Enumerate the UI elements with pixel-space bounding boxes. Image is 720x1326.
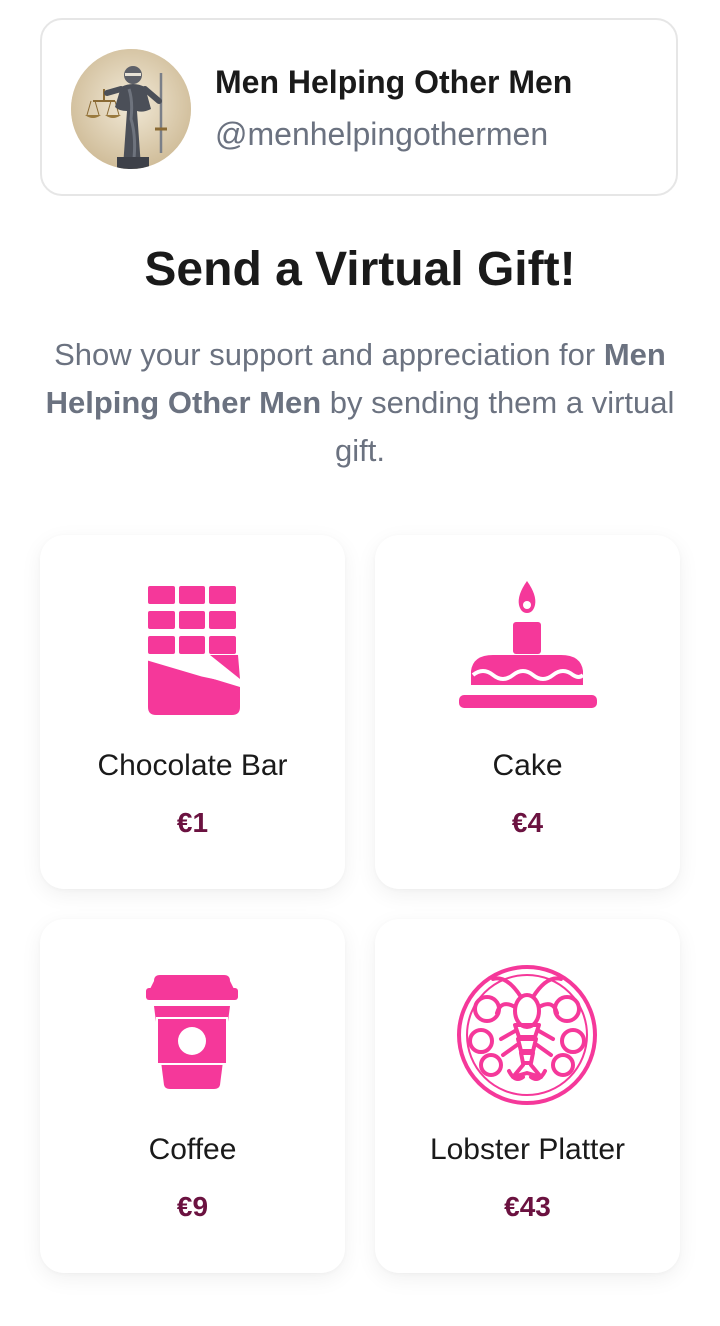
- gift-price: €43: [504, 1191, 551, 1222]
- gift-price: €1: [176, 807, 209, 838]
- lady-justice-icon: [71, 49, 191, 169]
- gift-price: €9: [176, 1191, 209, 1222]
- gift-card-chocolate-bar[interactable]: Chocolate Bar €1: [40, 535, 345, 889]
- intro-text: Show your support and appreciation for M…: [40, 331, 680, 475]
- gift-card-cake[interactable]: Cake €4: [375, 535, 680, 889]
- page-title: Send a Virtual Gift!: [144, 243, 576, 296]
- profile-handle: @menhelpingothermen: [215, 116, 549, 152]
- gift-name: Lobster Platter: [429, 1133, 626, 1166]
- gift-name: Chocolate Bar: [97, 749, 288, 782]
- gift-card-coffee[interactable]: Coffee €9: [40, 919, 345, 1273]
- profile-name: Men Helping Other Men: [215, 64, 573, 100]
- coffee-cup-icon: [122, 959, 262, 1109]
- profile-card[interactable]: Men Helping Other Men @menhelpingotherme…: [40, 18, 678, 196]
- avatar: [71, 49, 191, 169]
- lobster-platter-icon: [457, 959, 597, 1109]
- gift-card-lobster-platter[interactable]: Lobster Platter €43: [375, 919, 680, 1273]
- intro-text-after: by sending them a virtual gift.: [321, 385, 675, 468]
- gift-price: €4: [511, 807, 544, 838]
- gift-name: Cake: [492, 749, 563, 782]
- chocolate-bar-icon: [122, 575, 262, 725]
- cake-icon: [457, 575, 597, 725]
- gift-name: Coffee: [148, 1133, 237, 1166]
- intro-text-before: Show your support and appreciation for: [54, 337, 604, 372]
